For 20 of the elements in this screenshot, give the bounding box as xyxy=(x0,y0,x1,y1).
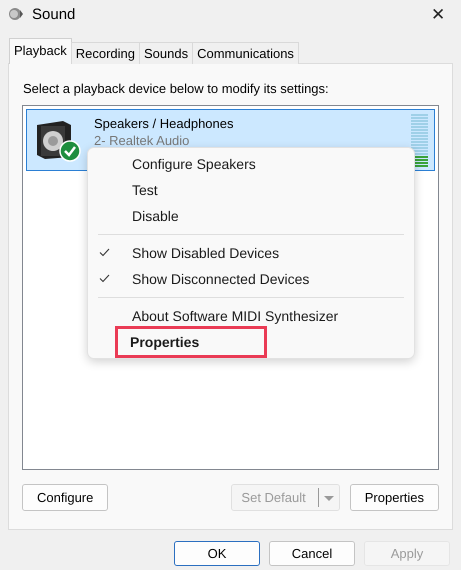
menu-item[interactable]: Show Disconnected Devices xyxy=(88,266,414,292)
panel-button[interactable]: Configure xyxy=(22,484,108,511)
tab[interactable]: Playback xyxy=(9,38,72,64)
speaker-icon xyxy=(8,6,24,22)
menu-item[interactable]: Show Disabled Devices xyxy=(88,240,414,266)
menu-item[interactable]: Test xyxy=(88,177,414,203)
menu-item[interactable]: Disable xyxy=(88,203,414,229)
window-title: Sound xyxy=(32,6,76,22)
close-button[interactable]: ✕ xyxy=(415,0,461,28)
tab[interactable]: Communications xyxy=(192,42,299,64)
dialog-button[interactable]: OK xyxy=(174,541,260,566)
device-name: Speakers / Headphones xyxy=(94,116,234,131)
menu-item[interactable]: About Software MIDI Synthesizer xyxy=(88,303,414,329)
menu-item[interactable]: Properties xyxy=(118,329,264,355)
instruction-text: Select a playback device below to modify its settings: xyxy=(23,81,330,96)
panel-button[interactable]: Properties xyxy=(350,484,439,511)
dialog-button[interactable]: Cancel xyxy=(269,541,355,566)
tab[interactable]: Recording xyxy=(70,42,140,64)
tab[interactable]: Sounds xyxy=(139,42,194,64)
device-detail: 2- Realtek Audio xyxy=(94,133,190,148)
